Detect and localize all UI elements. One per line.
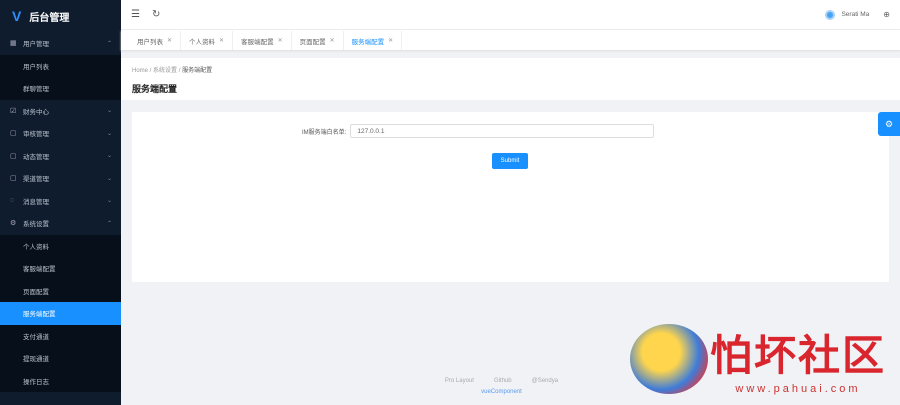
close-icon[interactable]: ✕ [219,37,224,44]
sidebar: V 后台管理 ▦ 用户管理 ⌃ 用户列表 群聊管理 ☑ 财务中心 ⌄ ▢ 审核管理 ⌄ ▢ 动态管理 ⌄ ▢ 渠… [0,0,121,405]
close-icon[interactable]: ✕ [388,37,393,44]
square-icon: ▢ [10,175,17,183]
refresh-icon[interactable]: ↻ [152,9,160,20]
checklist-icon: ☑ [10,107,17,115]
submit-button[interactable]: Submit [492,153,528,169]
whitelist-label: IM服务端白名单: [302,129,347,136]
chevron-down-icon: ⌄ [106,198,112,205]
tab-bar: 用户列表 ✕ 个人资料 ✕ 客服端配置 ✕ 页面配置 ✕ 服务端配置 ✕ [121,30,900,50]
page-header: Home / 系统设置 / 服务端配置 服务端配置 [121,58,900,100]
grid-icon: ▦ [10,40,17,48]
sidebar-group-label: 财务中心 [23,108,49,116]
gear-icon: ⚙ [884,118,894,129]
chevron-up-icon: ⌃ [106,40,112,47]
watermark-fish-logo [629,324,708,394]
tab-item[interactable]: 个人资料 ✕ [181,31,234,50]
tab-label: 客服端配置 [241,38,274,46]
square-icon: ▢ [10,130,17,138]
chevron-up-icon: ⌃ [106,220,112,227]
sidebar-group-6[interactable]: ⚙ 系统设置 ⌃ [0,212,121,235]
close-icon[interactable]: ✕ [278,37,283,44]
sidebar-group-label: 动态管理 [23,153,49,161]
close-icon[interactable]: ✕ [167,37,172,44]
sidebar-item[interactable]: 支付通道 [0,325,121,348]
message-icon: ◌ [10,197,15,205]
tab-label: 服务端配置 [351,38,385,46]
topbar: ☰ ↻ Serati Ma ⊕ [121,0,900,30]
tab-label: 用户列表 [137,38,163,46]
sidebar-group-label: 审核管理 [23,131,49,139]
settings-drawer-button[interactable]: ⚙ [878,112,900,136]
footer-link-sendya[interactable]: @Sendya [532,378,558,384]
watermark: 怕坏社区 www.pahuai.com [629,322,886,395]
sidebar-item[interactable]: 页面配置 [0,280,121,303]
language-icon[interactable]: ⊕ [883,10,890,19]
watermark-title: 怕坏社区 [709,332,886,379]
footer-link-github[interactable]: Github [494,378,512,384]
sidebar-item[interactable]: 提现通道 [0,347,121,370]
tab-item[interactable]: 页面配置 ✕ [292,31,344,50]
tab-item[interactable]: 用户列表 ✕ [129,31,182,50]
app-title: 后台管理 [29,12,70,24]
sidebar-group-3[interactable]: ▢ 动态管理 ⌄ [0,145,121,168]
chevron-down-icon: ⌄ [106,175,112,182]
form-card: IM服务端白名单: Submit [132,112,889,282]
chevron-down-icon: ⌄ [106,153,112,160]
tab-label: 个人资料 [189,38,216,46]
sidebar-group-0[interactable]: ▦ 用户管理 ⌃ [0,32,121,55]
breadcrumb-current: 服务端配置 [182,68,213,74]
sidebar-item[interactable]: 群聊管理 [0,77,121,100]
footer-link-pro-layout[interactable]: Pro Layout [445,378,474,384]
tab-item[interactable]: 服务端配置 ✕ [344,31,403,50]
watermark-url: www.pahuai.com [735,383,861,395]
chevron-down-icon: ⌄ [106,130,112,137]
sidebar-group-1[interactable]: ☑ 财务中心 ⌄ [0,100,121,123]
user-name[interactable]: Serati Ma [841,11,869,18]
whitelist-input[interactable] [350,124,655,138]
sidebar-group-5[interactable]: ◌ 消息管理 ⌄ [0,190,121,213]
sidebar-group-label: 渠道管理 [23,176,49,184]
gear-icon: ⚙ [10,220,17,228]
page-title: 服务端配置 [132,84,178,94]
sidebar-group-label: 用户管理 [23,41,49,49]
sidebar-item[interactable]: 个人资料 [0,235,121,258]
sidebar-item[interactable]: 服务端配置 [0,302,121,325]
sidebar-group-2[interactable]: ▢ 审核管理 ⌄ [0,122,121,145]
sidebar-item[interactable]: 用户列表 [0,55,121,78]
breadcrumb-home[interactable]: Home [132,68,148,74]
tab-label: 页面配置 [299,38,326,46]
sidebar-item[interactable]: 客服端配置 [0,257,121,280]
close-icon[interactable]: ✕ [330,37,335,44]
avatar[interactable] [825,9,836,20]
sidebar-group-label: 系统设置 [23,221,49,229]
logo-icon: V [12,8,22,24]
app-logo[interactable]: V 后台管理 [0,0,121,32]
chevron-down-icon: ⌄ [106,108,112,115]
breadcrumb: Home / 系统设置 / 服务端配置 [132,68,213,74]
sidebar-group-label: 消息管理 [23,198,49,206]
breadcrumb-settings[interactable]: 系统设置 [153,68,177,74]
tab-item[interactable]: 客服端配置 ✕ [233,31,292,50]
sidebar-group-4[interactable]: ▢ 渠道管理 ⌄ [0,167,121,190]
menu-fold-icon[interactable]: ☰ [131,9,140,20]
square-icon: ▢ [10,152,17,160]
